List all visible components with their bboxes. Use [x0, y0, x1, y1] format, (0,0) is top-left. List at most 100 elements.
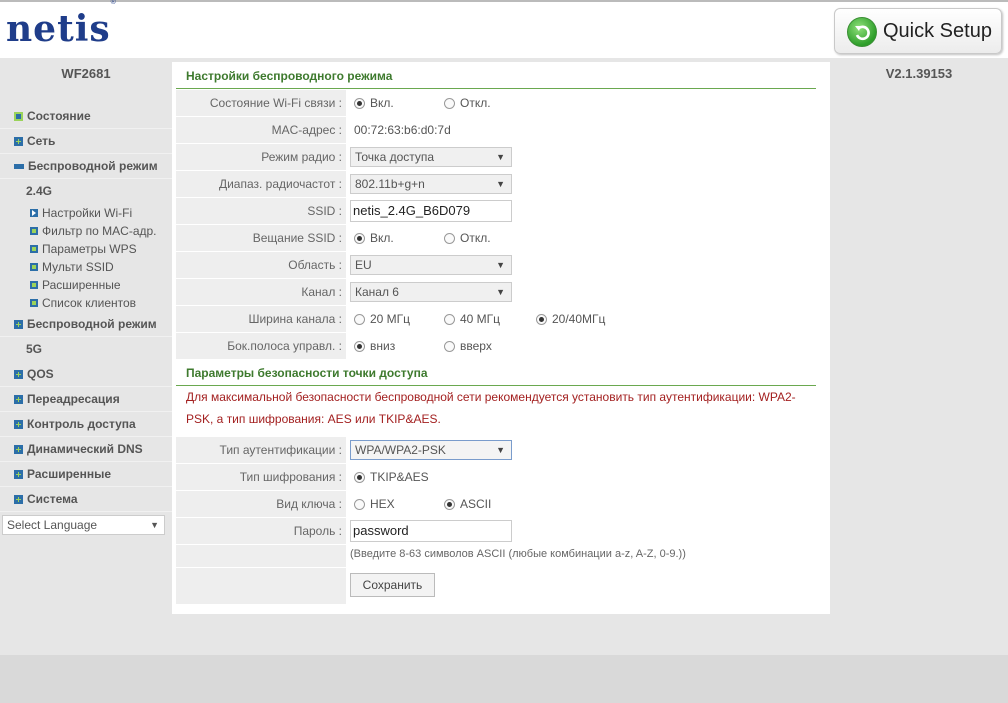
radio-label: 20 МГц — [370, 312, 411, 326]
width-2040-radio[interactable]: 20/40МГц — [536, 306, 605, 332]
sidebar-item-label: Беспроводной режим — [27, 317, 157, 331]
radio-label: 20/40МГц — [552, 312, 606, 326]
radio-unselected-icon — [444, 314, 455, 325]
quick-setup-button[interactable]: Quick Setup — [834, 8, 1002, 54]
width-40-radio[interactable]: 40 МГц — [444, 306, 500, 332]
bullet-icon — [30, 281, 38, 289]
sidebar-subitem-wps[interactable]: Параметры WPS — [0, 240, 172, 258]
radio-selected-icon — [536, 314, 547, 325]
sidebar-subitem-wifi-settings[interactable]: Настройки Wi-Fi — [0, 204, 172, 222]
bullet-icon — [30, 245, 38, 253]
ssid-row: SSID : netis_2.4G_B6D079 — [176, 198, 816, 225]
sideband-down-radio[interactable]: вниз — [354, 333, 395, 359]
sidebar-item-label: Система — [27, 492, 78, 506]
logo-text: netis — [6, 8, 111, 50]
sidebar-item-access-control[interactable]: Контроль доступа — [0, 412, 172, 437]
expand-icon — [14, 112, 23, 121]
radio-mode-label: Режим радио : — [176, 144, 346, 170]
radio-selected-icon — [354, 233, 365, 244]
broadcast-off-radio[interactable]: Откл. — [444, 225, 491, 251]
auth-select[interactable]: WPA/WPA2-PSK ▼ — [350, 440, 512, 460]
chevron-down-icon: ▼ — [496, 445, 505, 455]
password-hint: (Введите 8-63 символов ASCII (любые комб… — [350, 548, 686, 560]
mac-value: 00:72:63:b6:d0:7d — [354, 123, 451, 137]
radio-label: 40 МГц — [460, 312, 501, 326]
bullet-icon — [30, 227, 38, 235]
sidebar-subitem-label: Список клиентов — [42, 296, 137, 310]
cipher-row: Тип шифрования : TKIP&AES — [176, 464, 816, 491]
sidebar-subitem-label: Настройки Wi-Fi — [42, 206, 133, 220]
sidebar-item-label: Беспроводной режим — [28, 159, 158, 173]
sidebar-subitem-multi-ssid[interactable]: Мульти SSID — [0, 258, 172, 276]
model-name: WF2681 — [61, 66, 111, 81]
sidebar-item-label: Переадресация — [27, 392, 120, 406]
firmware-version: V2.1.39153 — [885, 66, 953, 81]
sidebar-item-network[interactable]: Сеть — [0, 129, 172, 154]
radio-selected-icon — [354, 472, 365, 483]
ssid-label: SSID : — [176, 198, 346, 224]
band-row: Диапаз. радиочастот : 802.11b+g+n ▼ — [176, 171, 816, 198]
sidebar-subitem-mac-filter[interactable]: Фильтр по MAC-адр. — [0, 222, 172, 240]
band-select[interactable]: 802.11b+g+n ▼ — [350, 174, 512, 194]
sidebar-item-label: Расширенные — [27, 467, 111, 481]
broadcast-row: Вещание SSID : Вкл. Откл. — [176, 225, 816, 252]
broadcast-on-radio[interactable]: Вкл. — [354, 225, 394, 251]
password-input[interactable]: password — [350, 520, 512, 542]
save-button[interactable]: Сохранить — [350, 573, 435, 597]
language-select[interactable]: Select Language ▼ — [2, 515, 165, 535]
wifi-off-radio[interactable]: Откл. — [444, 90, 491, 116]
settings-panel: Настройки беспроводного режима Состояние… — [172, 62, 830, 614]
select-value: EU — [355, 258, 372, 272]
sidebar-item-qos[interactable]: QOS — [0, 362, 172, 387]
sideband-up-radio[interactable]: вверх — [444, 333, 492, 359]
expand-icon — [14, 320, 23, 329]
radio-selected-icon — [444, 499, 455, 510]
channel-label: Канал : — [176, 279, 346, 305]
sidebar-item-advanced[interactable]: Расширенные — [0, 462, 172, 487]
sidebar-item-forwarding[interactable]: Переадресация — [0, 387, 172, 412]
sidebar-item-wireless-5g[interactable]: Беспроводной режим — [0, 312, 172, 337]
bullet-icon — [30, 299, 38, 307]
channel-select[interactable]: Канал 6 ▼ — [350, 282, 512, 302]
width-20-radio[interactable]: 20 МГц — [354, 306, 410, 332]
radio-unselected-icon — [444, 233, 455, 244]
logo-registered-mark: ® — [110, 0, 117, 6]
wifi-state-row: Состояние Wi-Fi связи : Вкл. Откл. — [176, 90, 816, 117]
sidebar-item-system[interactable]: Система — [0, 487, 172, 512]
expand-icon — [14, 395, 23, 404]
expand-icon — [14, 370, 23, 379]
header: netis ® Quick Setup — [0, 0, 1008, 58]
sidebar-subitem-advanced[interactable]: Расширенные — [0, 276, 172, 294]
radio-unselected-icon — [444, 98, 455, 109]
sidebar-subitem-label: Фильтр по MAC-адр. — [42, 224, 157, 238]
bullet-icon — [30, 263, 38, 271]
password-label: Пароль : — [176, 518, 346, 544]
radio-unselected-icon — [444, 341, 455, 352]
radio-mode-select[interactable]: Точка доступа ▼ — [350, 147, 512, 167]
expand-icon — [14, 445, 23, 454]
radio-unselected-icon — [354, 499, 365, 510]
netis-logo[interactable]: netis ® — [6, 0, 117, 50]
select-value: Точка доступа — [355, 150, 435, 164]
sidebar-item-wireless-24[interactable]: Беспроводной режим — [0, 154, 172, 179]
wifi-on-radio[interactable]: Вкл. — [354, 90, 394, 116]
sidebar-item-status[interactable]: Состояние — [0, 104, 172, 129]
key-ascii-radio[interactable]: ASCII — [444, 491, 491, 517]
sidebar-item-label: Контроль доступа — [27, 417, 136, 431]
radio-label: вверх — [460, 339, 492, 353]
security-warning-line: Для максимальной безопасности беспроводн… — [186, 390, 796, 404]
key-hex-radio[interactable]: HEX — [354, 491, 395, 517]
mac-label: MAC-адрес : — [176, 117, 346, 143]
sidebar-subitem-client-list[interactable]: Список клиентов — [0, 294, 172, 312]
ssid-input[interactable]: netis_2.4G_B6D079 — [350, 200, 512, 222]
region-select[interactable]: EU ▼ — [350, 255, 512, 275]
security-warning: Для максимальной безопасности беспроводн… — [176, 384, 816, 434]
select-value: Канал 6 — [355, 285, 399, 299]
cipher-tkip-aes-radio[interactable]: TKIP&AES — [354, 464, 429, 490]
chevron-down-icon: ▼ — [496, 152, 505, 162]
key-type-row: Вид ключа : HEX ASCII — [176, 491, 816, 518]
sidebar-item-label: Состояние — [27, 109, 91, 123]
refresh-arrow-icon — [847, 17, 877, 47]
sidebar-subitem-label: Параметры WPS — [42, 242, 137, 256]
sidebar-item-ddns[interactable]: Динамический DNS — [0, 437, 172, 462]
